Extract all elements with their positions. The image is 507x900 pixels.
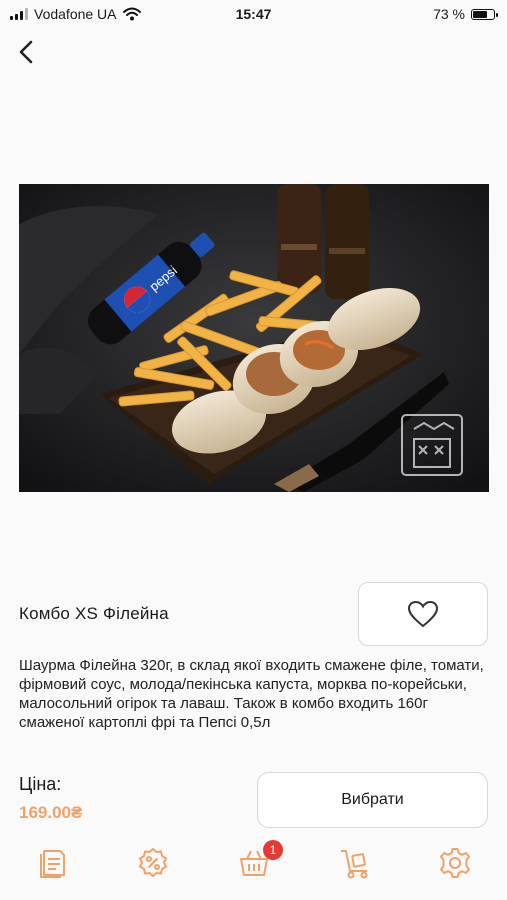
nav-menu[interactable]	[36, 846, 70, 880]
choose-button[interactable]: Вибрати	[257, 772, 488, 828]
product-description: Шаурма Філейна 320г, в склад якої входит…	[19, 657, 484, 731]
bottom-nav: 1	[0, 838, 507, 890]
heart-icon	[407, 600, 439, 628]
discount-icon	[138, 847, 168, 878]
clock: 15:47	[235, 6, 272, 22]
battery-icon	[471, 8, 498, 20]
nav-settings[interactable]	[438, 846, 472, 880]
nav-delivery[interactable]	[338, 846, 372, 880]
product-title: Комбо XS Філейна	[19, 604, 169, 623]
status-bar: Vodafone UA 15:47 73 %	[0, 0, 507, 28]
favorite-button[interactable]	[358, 582, 488, 646]
product-photo: pepsi	[19, 184, 489, 492]
menu-icon	[40, 850, 65, 878]
nav-cart[interactable]: 1	[237, 840, 283, 880]
price-label: Ціна:	[19, 774, 62, 794]
chevron-left-icon	[19, 40, 33, 64]
delivery-icon	[341, 850, 368, 879]
nav-discounts[interactable]	[136, 846, 170, 880]
settings-icon	[440, 848, 470, 878]
battery-percent: 73 %	[433, 6, 465, 22]
price-value: 169.00₴	[19, 803, 83, 822]
cart-badge: 1	[263, 840, 283, 860]
back-button[interactable]	[12, 36, 44, 68]
